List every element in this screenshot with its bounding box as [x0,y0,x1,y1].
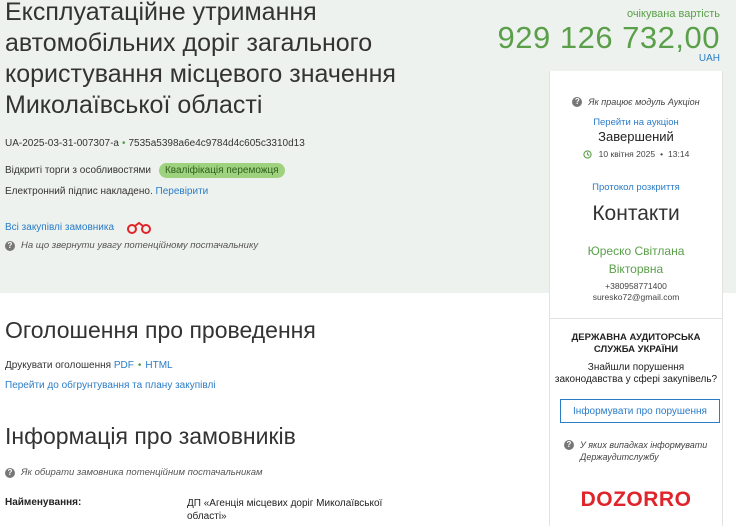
contact-person: Юреско Світлана Вікторвна [550,242,722,278]
print-pdf-link[interactable]: PDF [114,360,134,371]
contact-name-line1: Юреско Світлана [587,244,685,258]
tender-id: UA-2025-03-31-007307-a [5,138,119,149]
expected-value: 929 126 732,00 [497,20,720,55]
tender-hash: 7535a5398a6e4c9784d4c605c3310d13 [128,138,305,149]
binoculars-icon[interactable] [126,220,152,234]
print-label: Друкувати оголошення [5,360,112,371]
contacts-title: Контакти [592,202,680,225]
auction-status: Завершений [598,129,674,144]
question-icon: ? [5,240,15,251]
customers-title: Інформація про замовників [5,423,296,449]
tender-id-row: UA-2025-03-31-007307-a • 7535a5398a6e4c978… [5,138,305,149]
auction-date-row: 10 квітня 2025 • 13:14 [550,149,722,159]
customer-name-value: ДП «Агенція місцевих доріг Миколаївської… [187,498,383,522]
plan-link[interactable]: Перейти до обгрунтування та плану закупі… [5,380,216,391]
auction-panel: ? Як працює модуль Аукціон Перейти на ау… [549,71,723,318]
verify-signature-link[interactable]: Перевірити [156,186,209,197]
all-purchases-link[interactable]: Всі закупівлі замовника [5,222,114,233]
go-to-auction-link[interactable]: Перейти на аукціон [550,117,722,128]
question-icon: ? [572,97,583,107]
attention-hint[interactable]: ? На що звернути увагу потенційному пост… [5,240,258,251]
status-badge: Кваліфікація переможця [158,163,285,178]
contact-name-line2: Вікторвна [608,262,664,276]
how-auction-works[interactable]: ? Як працює модуль Аукціон [550,97,722,107]
separator-dot: • [137,360,142,371]
audit-panel: ДЕРЖАВНА АУДИТОРСЬКА СЛУЖБА УКРАЇНИ Знай… [549,318,723,526]
separator-dot: • [660,149,664,159]
dozorro-logo[interactable]: DOZORRO [550,488,722,512]
when-report-hint[interactable]: ? У яких випадках інформувати Держаудитс… [564,439,719,463]
report-violation-button[interactable]: Інформувати про порушення [560,399,720,423]
audit-question-line2: законодавства у сфері закупівель? [554,374,718,385]
signature-row: Електронний підпис накладено. Перевірити [5,186,208,197]
how-auction-text: Як працює модуль Аукціон [588,97,700,107]
audit-question: Знайшли порушення законодавства у сфері … [550,362,722,386]
protocol-link[interactable]: Протокол розкриття [550,182,722,193]
attention-text: На що звернути увагу потенційному постач… [21,240,259,251]
question-icon: ? [564,440,574,450]
contact-phone: +380958771400 [605,281,667,291]
auction-date: 10 квітня 2025 [598,149,656,159]
how-choose-text: Як обирати замовника потенційним постача… [21,467,263,478]
audit-service-title: ДЕРЖАВНА АУДИТОРСЬКА СЛУЖБА УКРАЇНИ [571,332,701,355]
announcement-title: Оголошення про проведення [5,317,316,343]
audit-question-line1: Знайшли порушення [587,362,685,373]
separator-dot: • [121,138,126,149]
all-purchases-row: Всі закупівлі замовника [5,220,152,234]
print-row: Друкувати оголошення PDF • HTML [5,360,173,371]
procedure-row: Відкриті торги з особливостями Кваліфіка… [5,163,285,178]
how-choose-hint[interactable]: ? Як обирати замовника потенційним поста… [5,467,263,478]
contact-email: suresko72@gmail.com [592,292,680,302]
auction-time: 13:14 [668,149,690,159]
expected-value-label: очікувана вартість [626,8,720,20]
clock-icon [583,149,592,159]
customer-name-label: Найменування: [5,497,82,508]
when-report-text: У яких випадках інформувати Держаудитслу… [580,440,708,462]
question-icon: ? [5,467,15,478]
currency-label: UAH [698,53,720,64]
signature-text: Електронний підпис накладено. [5,186,153,197]
print-html-link[interactable]: HTML [145,360,172,371]
procedure-type: Відкриті торги з особливостями [5,165,151,176]
tender-title: Експлуатаційне утримання автомобільних д… [5,0,396,119]
